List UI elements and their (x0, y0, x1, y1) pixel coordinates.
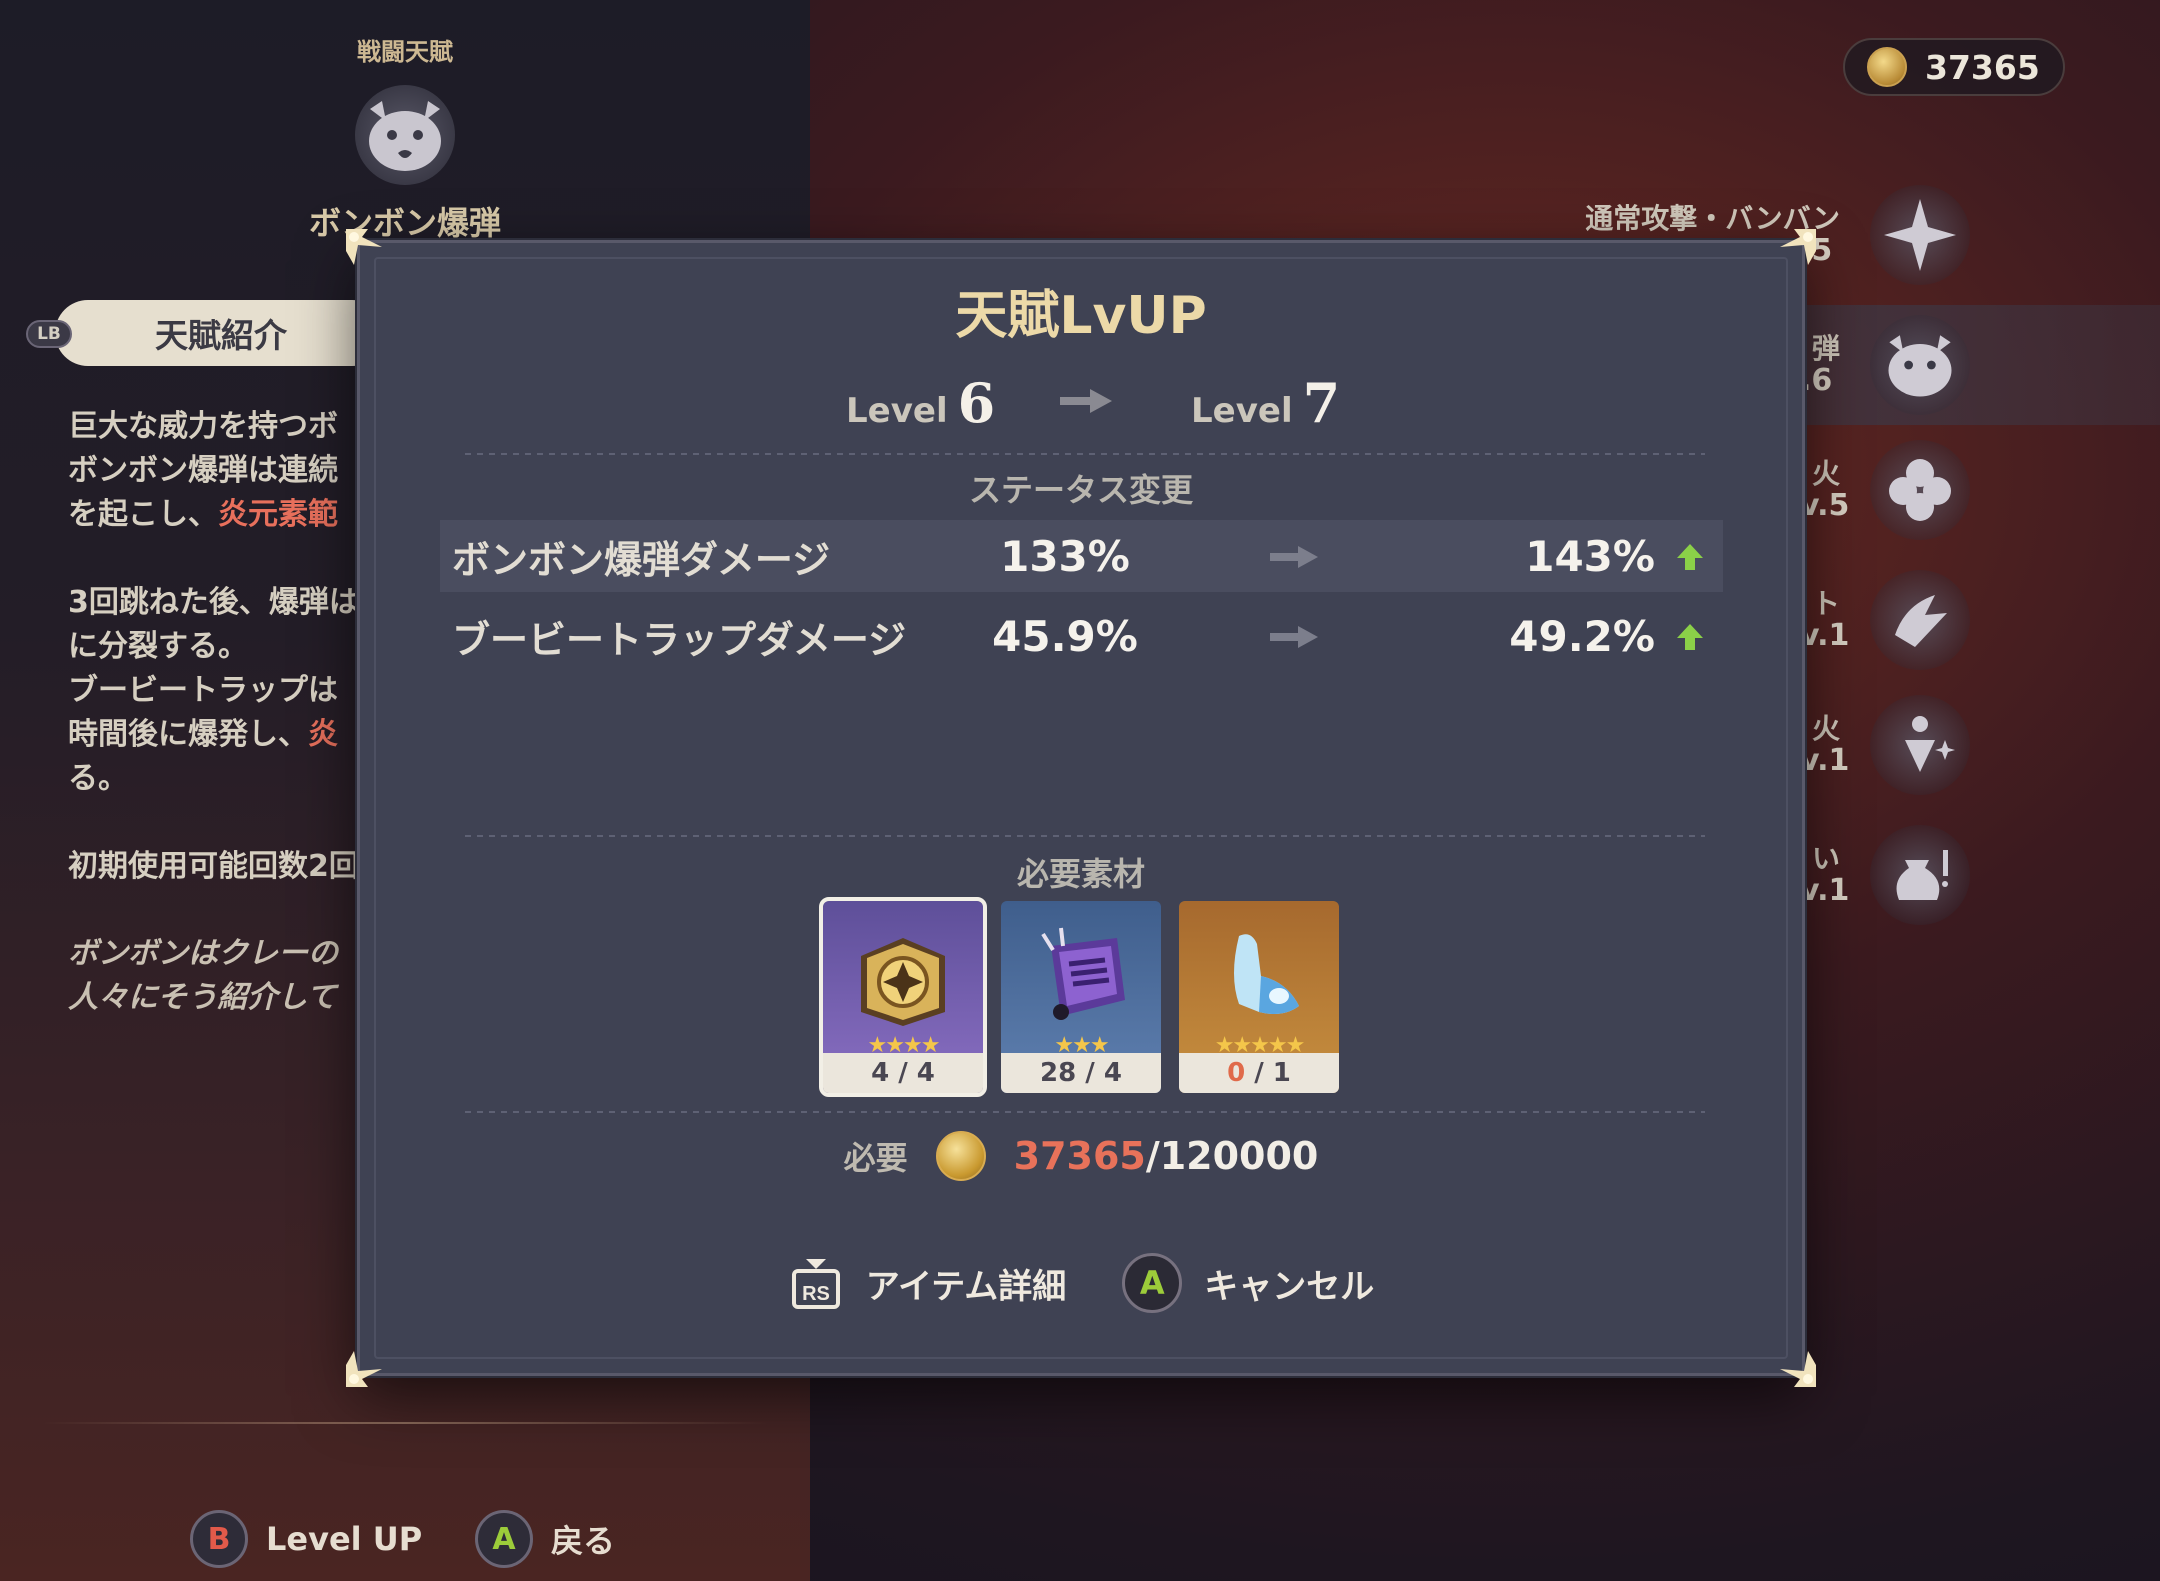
a-key-icon: A (475, 1510, 533, 1568)
status-change-label: ステータス変更 (968, 471, 1193, 509)
talent-list-level: v.1 (1800, 873, 1850, 908)
description-line: 巨大な威力を持つボ (68, 409, 338, 444)
cancel-button[interactable]: A キャンセル (1122, 1253, 1374, 1313)
level-up-button[interactable]: B Level UP (190, 1510, 422, 1568)
talent-name: ボンボン爆弾 (308, 204, 501, 242)
mora-counter: 37365 (1843, 38, 2065, 96)
crystal-shoe-icon (1179, 901, 1339, 1051)
rs-stick-icon: RS (788, 1255, 844, 1311)
level-label: Level (1191, 391, 1293, 431)
material-crystal-shoe[interactable]: ★★★★★ 0 / 1 (1179, 901, 1339, 1093)
flavor-text-line: ボンボンはクレーの (68, 936, 338, 971)
materials-list: ★★★★ 4 / 4 ★★★ 28 / 4 ★★★★★ 0 / 1 (360, 897, 1802, 1097)
pouch-icon (1870, 825, 1970, 925)
talent-list-level: v.1 (1800, 743, 1850, 778)
stat-name: ボンボン爆弾ダメージ (452, 537, 831, 582)
back-label: 戻る (551, 1522, 616, 1560)
stat-row: ボンボン爆弾ダメージ 133% 143% (440, 520, 1723, 592)
description-line: 時間後に爆発し、炎 (68, 717, 338, 752)
divider (40, 1422, 770, 1424)
materials-label: 必要素材 (1016, 855, 1145, 893)
material-scroll[interactable]: ★★★ 28 / 4 (1001, 901, 1161, 1093)
stat-old-value: 45.9% (992, 611, 1138, 661)
a-key-icon: A (1122, 1253, 1183, 1313)
bomb-icon (1870, 315, 1970, 415)
talent-list-name: 火 (1811, 457, 1840, 490)
description-line: 3回跳ねた後、爆弾は (68, 585, 359, 620)
level-label: Level (846, 391, 948, 431)
mora-need: /120000 (1145, 1134, 1319, 1178)
talent-list-name: 弾 (1811, 332, 1840, 365)
stat-new-value: 49.2% (1509, 611, 1655, 661)
stat-old-value: 133% (1000, 531, 1130, 581)
material-count: 0 / 1 (1179, 1053, 1339, 1093)
corner-ornament-icon (1776, 225, 1820, 269)
mora-requirement: 必要 37365/120000 (360, 1131, 1802, 1181)
mora-amount: 37365 (1925, 47, 2040, 87)
dialog-actions: RS アイテム詳細 A キャンセル (360, 1253, 1802, 1313)
description-line: 初期使用可能回数2回 (68, 849, 359, 884)
divider (465, 835, 1705, 837)
description-line: ボンボン爆弾は連続 (68, 453, 338, 488)
level-to-value: 7 (1302, 371, 1341, 435)
clover-icon (1870, 440, 1970, 540)
dialog-title: 天賦LvUP (955, 286, 1207, 346)
scroll-icon (1001, 901, 1161, 1051)
lb-button-hint: LB (26, 320, 72, 348)
level-from-value: 6 (957, 371, 996, 435)
description-line: に分裂する。 (68, 629, 248, 664)
talent-book-icon (823, 901, 983, 1051)
b-key-icon: B (190, 1510, 248, 1568)
description-line: を起こし、炎元素範 (68, 497, 338, 532)
arrow-up-icon (1675, 542, 1705, 576)
back-button[interactable]: A 戻る (475, 1510, 615, 1568)
talent-list-name: 火 (1811, 712, 1840, 745)
stat-row: ブービートラップダメージ 45.9% 49.2% (440, 600, 1723, 672)
tab-label: 天賦紹介 (155, 316, 287, 355)
divider (465, 1111, 1705, 1113)
tab-talent-intro[interactable]: 天賦紹介 (55, 300, 385, 366)
talent-list-name: い (1811, 842, 1840, 875)
passive-icon (1870, 570, 1970, 670)
flavor-text-line: 人々にそう紹介して (68, 980, 337, 1015)
arrow-right-icon (1270, 624, 1320, 654)
description-line: る。 (68, 761, 128, 796)
item-detail-label: アイテム詳細 (865, 1266, 1067, 1307)
arrow-right-icon (1060, 387, 1114, 419)
talent-list-level: v.1 (1800, 618, 1850, 653)
mora-coin-icon (1867, 47, 1907, 87)
level-up-label: Level UP (266, 1520, 423, 1558)
arrow-right-icon (1270, 544, 1320, 574)
mora-coin-icon (935, 1131, 986, 1181)
stat-name: ブービートラップダメージ (452, 617, 907, 662)
stat-new-value: 143% (1525, 531, 1655, 581)
level-to: Level 7 (1191, 371, 1340, 435)
talent-list-level: v.5 (1800, 488, 1850, 523)
cancel-label: キャンセル (1204, 1266, 1375, 1307)
item-detail-button[interactable]: RS アイテム詳細 (788, 1255, 1067, 1311)
svg-text:RS: RS (802, 1283, 830, 1305)
material-count: 4 / 4 (823, 1053, 983, 1093)
sparkle-icon (1870, 695, 1970, 795)
description-line: ブービートラップは (68, 673, 338, 708)
talent-category-heading: 戦闘天賦 (357, 38, 453, 66)
talent-list-name: ト (1811, 587, 1840, 620)
talent-levelup-dialog: 天賦LvUP Level 6 Level 7 ステータス変更 ボンボン爆弾ダメー… (346, 229, 1816, 1387)
mora-have: 37365 (1013, 1134, 1146, 1178)
bomb-talent-icon (355, 85, 455, 185)
material-count: 28 / 4 (1001, 1053, 1161, 1093)
divider (465, 453, 1705, 455)
corner-ornament-icon (1776, 1347, 1820, 1391)
material-talent-book[interactable]: ★★★★ 4 / 4 (819, 897, 987, 1097)
corner-ornament-icon (342, 1347, 386, 1391)
normal-attack-icon (1870, 185, 1970, 285)
arrow-up-icon (1675, 622, 1705, 656)
level-from: Level 6 (846, 371, 995, 435)
need-label: 必要 (843, 1139, 908, 1177)
corner-ornament-icon (342, 225, 386, 269)
